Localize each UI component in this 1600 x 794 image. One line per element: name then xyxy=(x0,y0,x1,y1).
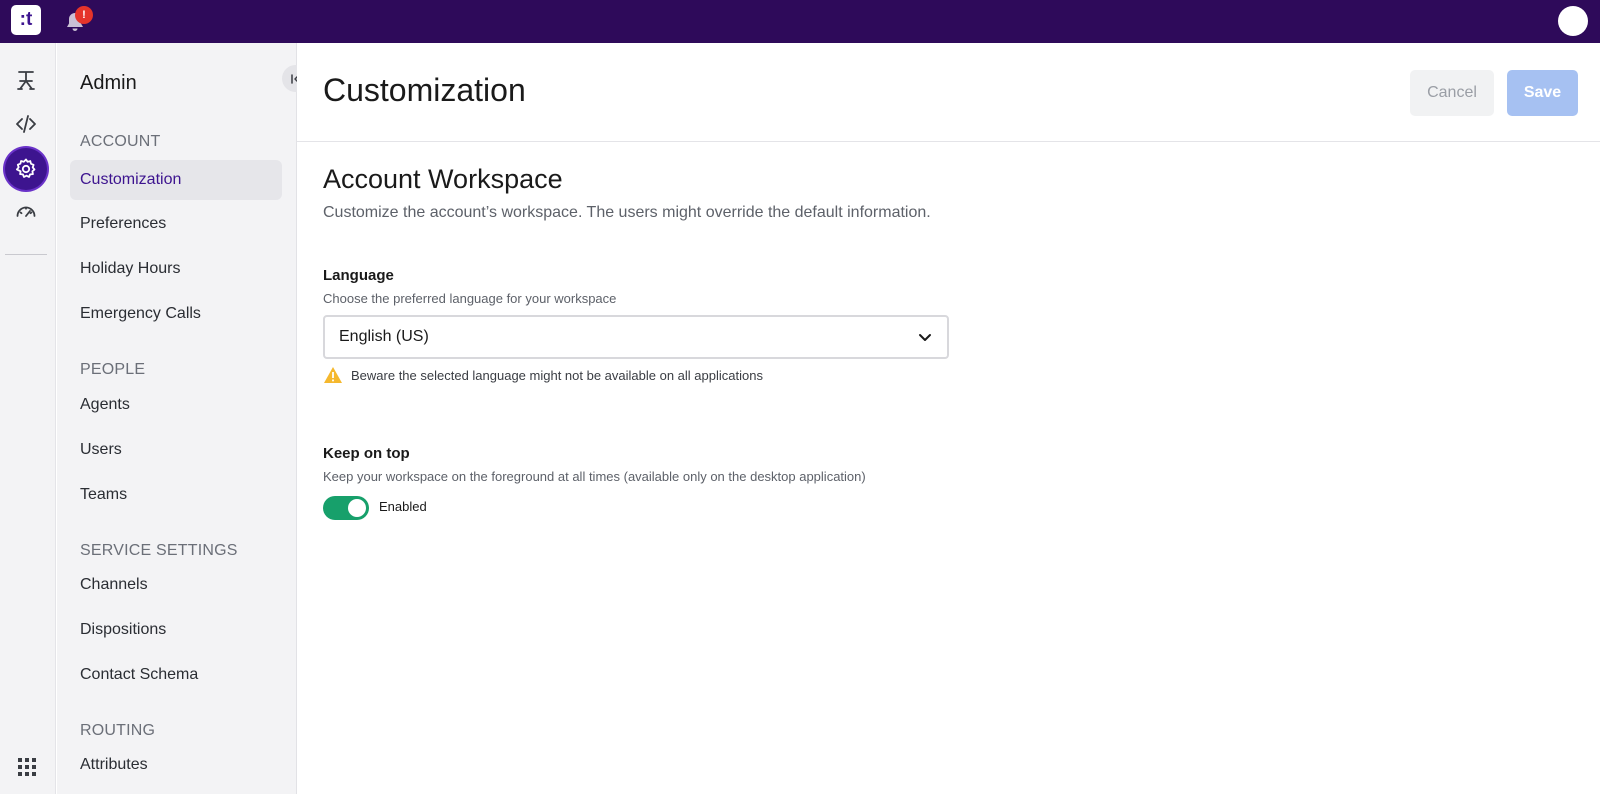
apps-grid-icon[interactable] xyxy=(17,757,37,777)
main-content: Customization Cancel Save Account Worksp… xyxy=(297,43,1600,794)
sidebar-item-channels[interactable]: Channels xyxy=(70,565,282,605)
code-icon[interactable] xyxy=(5,103,47,145)
avatar[interactable] xyxy=(1558,6,1588,36)
sidebar-item-emergency-calls[interactable]: Emergency Calls xyxy=(70,294,282,334)
language-help: Choose the preferred language for your w… xyxy=(323,291,617,306)
section-heading-routing: ROUTING xyxy=(80,722,156,739)
save-button[interactable]: Save xyxy=(1507,70,1578,116)
icon-rail xyxy=(0,43,56,794)
flow-icon[interactable] xyxy=(5,60,47,102)
section-heading-people: PEOPLE xyxy=(80,361,146,378)
sidebar-item-contact-schema[interactable]: Contact Schema xyxy=(70,655,282,695)
dashboard-icon[interactable] xyxy=(5,190,47,232)
keep-on-top-toggle[interactable] xyxy=(323,496,369,520)
sidebar-item-dispositions[interactable]: Dispositions xyxy=(70,610,282,650)
page-title: Customization xyxy=(323,72,526,108)
toggle-label: Enabled xyxy=(379,499,427,514)
sidebar-item-customization[interactable]: Customization xyxy=(70,160,282,200)
notification-badge: ! xyxy=(75,6,93,24)
admin-sidebar: Admin ACCOUNT Customization Preferences … xyxy=(57,43,297,794)
language-select[interactable]: English (US) xyxy=(323,315,949,359)
sidebar-item-users[interactable]: Users xyxy=(70,430,282,470)
sidebar-title: Admin xyxy=(80,72,137,94)
keep-on-top-label: Keep on top xyxy=(323,445,410,462)
top-bar: :t ! xyxy=(0,0,1600,43)
page-header: Customization Cancel Save xyxy=(297,43,1600,142)
section-title: Account Workspace xyxy=(323,164,563,194)
keep-on-top-help: Keep your workspace on the foreground at… xyxy=(323,469,866,484)
sidebar-item-preferences[interactable]: Preferences xyxy=(70,204,282,244)
section-heading-account: ACCOUNT xyxy=(80,133,161,150)
gear-icon[interactable] xyxy=(5,148,47,190)
warning-icon xyxy=(324,367,342,383)
toggle-knob xyxy=(348,499,366,517)
sidebar-item-attributes[interactable]: Attributes xyxy=(70,745,282,785)
sidebar-item-agents[interactable]: Agents xyxy=(70,385,282,425)
app-logo[interactable]: :t xyxy=(11,5,41,35)
section-description: Customize the account’s workspace. The u… xyxy=(323,204,931,221)
sidebar-item-holiday-hours[interactable]: Holiday Hours xyxy=(70,249,282,289)
language-label: Language xyxy=(323,267,394,284)
language-warning: Beware the selected language might not b… xyxy=(323,365,763,385)
cancel-button[interactable]: Cancel xyxy=(1410,70,1494,116)
chevron-down-icon xyxy=(919,334,931,341)
rail-divider xyxy=(5,254,47,255)
section-heading-service-settings: SERVICE SETTINGS xyxy=(80,542,238,559)
warning-text: Beware the selected language might not b… xyxy=(351,367,763,383)
sidebar-item-teams[interactable]: Teams xyxy=(70,475,282,515)
language-selected-value: English (US) xyxy=(339,328,429,345)
